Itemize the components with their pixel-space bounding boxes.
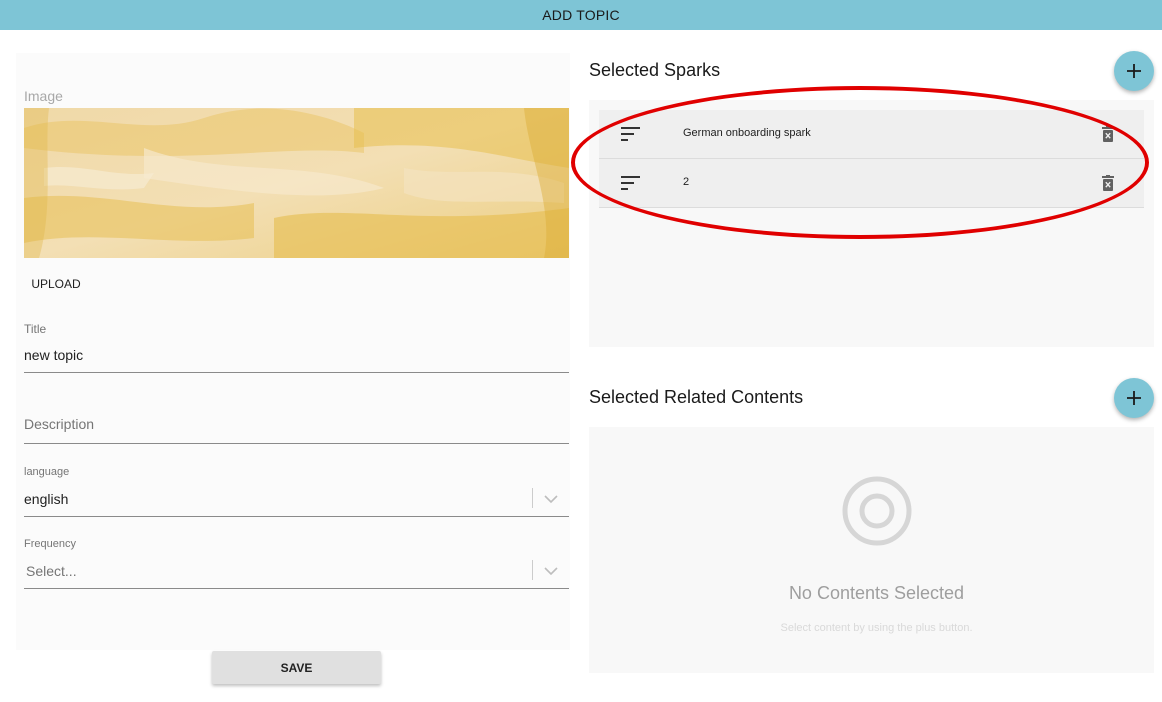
chevron-down-icon[interactable] — [543, 491, 559, 507]
page-title: ADD TOPIC — [542, 7, 620, 23]
add-related-content-button[interactable] — [1114, 378, 1154, 418]
title-label: Title — [24, 322, 47, 336]
empty-state-title: No Contents Selected — [788, 583, 965, 603]
title-underline — [24, 372, 569, 373]
chevron-down-icon[interactable] — [543, 563, 559, 579]
save-button[interactable]: SAVE — [212, 651, 381, 684]
add-spark-button[interactable] — [1114, 51, 1154, 91]
frequency-select-separator — [532, 560, 533, 580]
delete-icon[interactable] — [1101, 175, 1115, 192]
selected-sparks-heading: Selected Sparks — [589, 60, 721, 80]
language-select[interactable]: english — [24, 491, 68, 507]
delete-icon[interactable] — [1101, 126, 1115, 143]
language-select-separator — [532, 488, 533, 508]
selected-related-contents-heading: Selected Related Contents — [589, 387, 804, 407]
spark-list-item[interactable]: German onboarding spark — [599, 110, 1144, 159]
empty-target-icon — [842, 476, 912, 546]
spark-list-item[interactable]: 2 — [599, 159, 1144, 208]
sort-handle-icon[interactable] — [621, 175, 641, 191]
title-input[interactable]: new topic — [24, 347, 83, 363]
description-underline — [24, 443, 569, 444]
image-label: Image — [24, 88, 63, 104]
spark-title: 2 — [683, 176, 690, 188]
upload-button[interactable]: UPLOAD — [24, 270, 88, 298]
spark-title: German onboarding spark — [683, 127, 811, 139]
app-header: ADD TOPIC — [0, 0, 1162, 30]
frequency-label: Frequency — [24, 538, 76, 550]
language-label: language — [24, 466, 70, 478]
frequency-underline — [24, 588, 569, 589]
language-underline — [24, 516, 569, 517]
description-input[interactable]: Description — [24, 416, 94, 432]
plus-icon — [1127, 64, 1141, 78]
related-contents-panel — [589, 427, 1154, 673]
empty-state-subtitle: Select content by using the plus button. — [780, 622, 973, 634]
topic-image-painting — [24, 108, 569, 258]
plus-icon — [1127, 391, 1141, 405]
topic-image — [24, 108, 569, 258]
frequency-select[interactable]: Select... — [26, 563, 77, 579]
sort-handle-icon[interactable] — [621, 126, 641, 142]
